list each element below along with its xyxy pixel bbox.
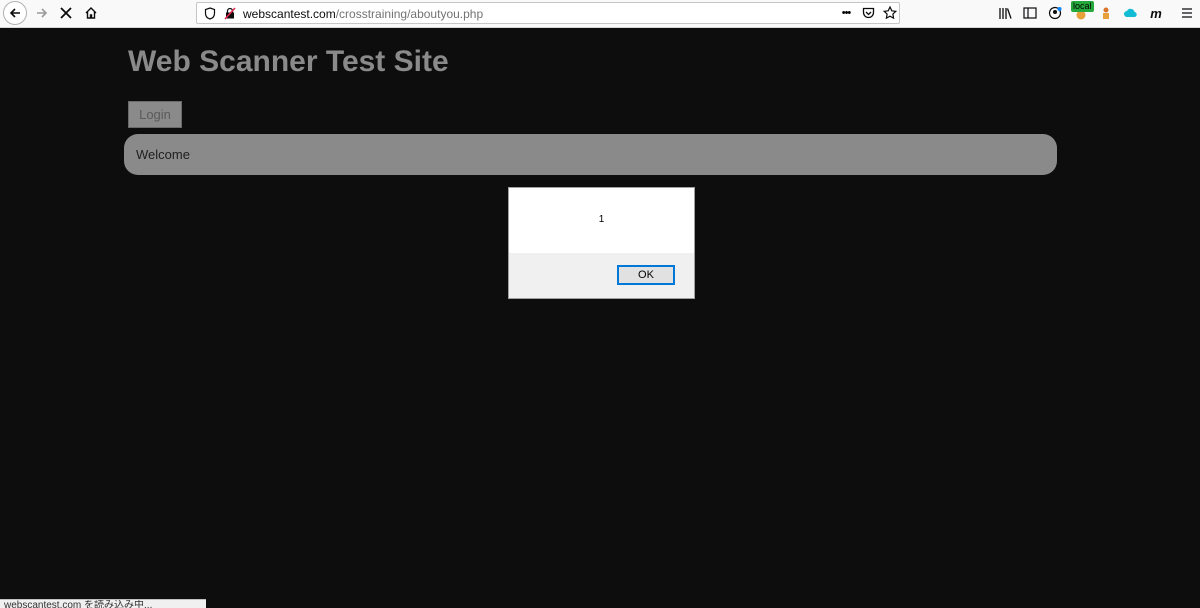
cloud-icon[interactable] <box>1121 3 1141 23</box>
back-button[interactable] <box>3 1 27 25</box>
extension-figure-icon[interactable] <box>1096 3 1116 23</box>
ok-button[interactable]: OK <box>617 265 675 285</box>
login-button[interactable]: Login <box>128 101 182 128</box>
alert-dialog: 1 OK <box>508 187 695 299</box>
welcome-text: Welcome <box>136 147 190 162</box>
extension-m-icon[interactable]: m <box>1146 3 1166 23</box>
arrow-left-icon <box>9 8 20 18</box>
pocket-icon[interactable] <box>859 5 877 21</box>
url-domain: webscantest.com <box>243 7 336 21</box>
browser-toolbar: webscantest.com/crosstraining/aboutyou.p… <box>0 0 1200 28</box>
arrow-right-icon <box>37 8 48 18</box>
more-actions-icon[interactable]: ••• <box>837 5 855 21</box>
library-icon[interactable] <box>995 3 1015 23</box>
home-button[interactable] <box>79 2 103 24</box>
home-icon <box>85 7 97 19</box>
alert-message: 1 <box>598 214 605 225</box>
stop-button[interactable] <box>54 2 78 24</box>
hamburger-menu-icon[interactable] <box>1177 3 1197 23</box>
url-path: /crosstraining/aboutyou.php <box>335 7 484 21</box>
shield-icon[interactable] <box>201 5 219 21</box>
url-text[interactable]: webscantest.com/crosstraining/aboutyou.p… <box>243 7 483 21</box>
forward-button[interactable] <box>30 2 54 24</box>
alert-dialog-body: 1 <box>509 188 694 253</box>
account-icon[interactable] <box>1045 3 1065 23</box>
site-title: Web Scanner Test Site <box>128 45 449 78</box>
close-icon <box>60 7 72 19</box>
url-bar[interactable]: webscantest.com/crosstraining/aboutyou.p… <box>196 2 900 24</box>
welcome-bar: Welcome <box>124 134 1057 175</box>
extension-badge: local <box>1071 1 1094 12</box>
bookmark-star-icon[interactable] <box>881 5 899 21</box>
sidebar-icon[interactable] <box>1020 3 1040 23</box>
insecure-lock-icon[interactable] <box>221 5 239 21</box>
